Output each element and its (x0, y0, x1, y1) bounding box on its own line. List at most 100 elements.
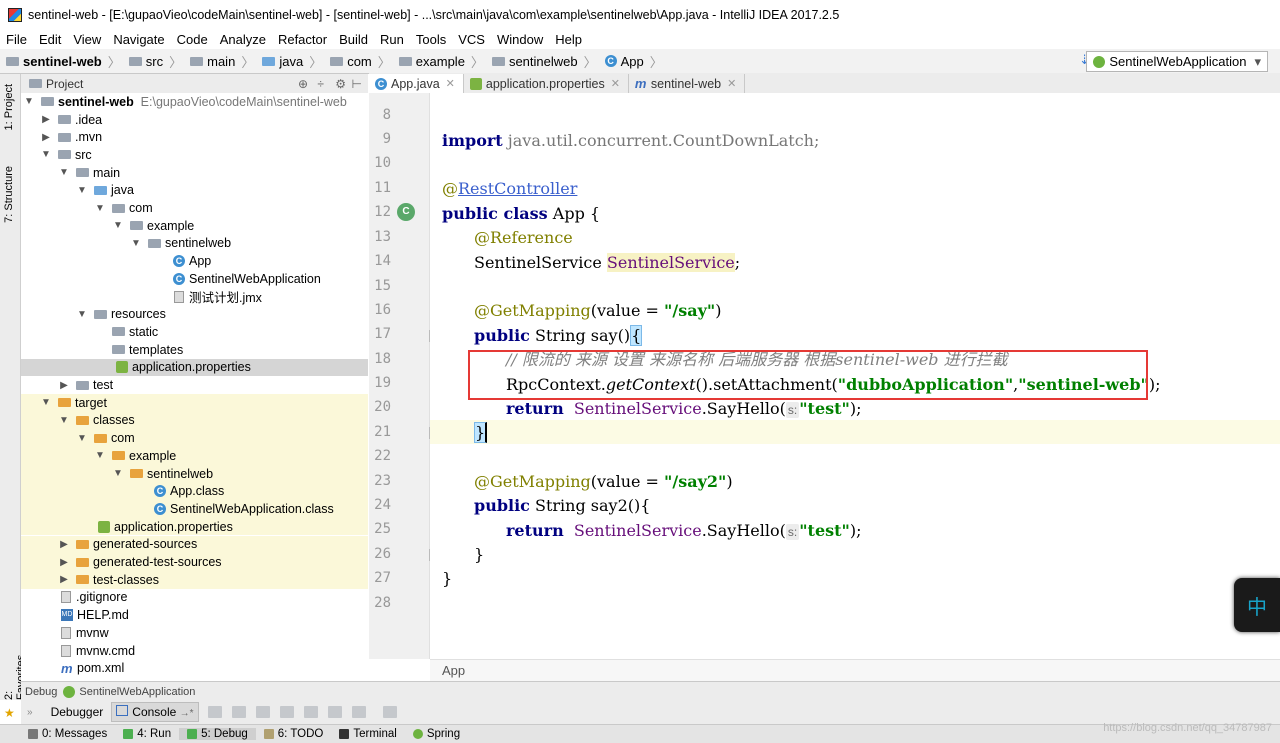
tree-item-generated-sources[interactable]: ▶ generated-sources (21, 535, 368, 554)
tree-item-sentinelwebapplication-class[interactable]: C SentinelWebApplication.class (21, 500, 368, 518)
debug-tool-button[interactable]: 5: Debug (179, 728, 256, 740)
console-tab[interactable]: Console →* (111, 702, 199, 722)
code-editor[interactable]: import java.util.concurrent.CountDownLat… (430, 93, 1280, 659)
tree-item-app[interactable]: C App (21, 252, 368, 270)
menu-analyze[interactable]: Analyze (214, 32, 272, 47)
tab-app-java[interactable]: C App.java ✕ (369, 74, 464, 93)
tree-item-target-com[interactable]: ▼ com (21, 429, 368, 447)
folder-icon (128, 56, 142, 66)
run-tool-button[interactable]: 4: Run (115, 728, 179, 740)
step-into-icon[interactable] (255, 706, 270, 718)
tab-sentinel-web[interactable]: m sentinel-web ✕ (629, 74, 746, 93)
close-icon[interactable]: ✕ (727, 77, 736, 90)
crumb-com[interactable]: com (324, 54, 372, 69)
tree-item-jmx[interactable]: 测试计划.jmx (21, 288, 368, 306)
crumb-src[interactable]: src (123, 54, 163, 69)
menu-tools[interactable]: Tools (410, 32, 452, 47)
tree-item-app-class[interactable]: C App.class (21, 482, 368, 501)
properties-icon (469, 77, 482, 90)
messages-tool-button[interactable]: 0: Messages (20, 728, 115, 740)
step-over-icon[interactable] (231, 706, 246, 718)
menu-navigate[interactable]: Navigate (107, 32, 170, 47)
tree-item-mvnw[interactable]: mvnw (21, 624, 368, 642)
tree-item-target-sentinelweb[interactable]: ▼ sentinelweb (21, 464, 368, 483)
tree-item-application-properties[interactable]: application.properties (21, 358, 368, 377)
code-line-26: } (474, 545, 485, 564)
tree-item-classes[interactable]: ▼ classes (21, 411, 368, 430)
crumb-main[interactable]: main (184, 54, 235, 69)
tree-item-target[interactable]: ▼ target (21, 393, 368, 412)
tree-item-main[interactable]: ▼ main (21, 164, 368, 182)
drop-frame-icon[interactable] (327, 706, 342, 718)
param-hint: s: (785, 524, 800, 540)
project-panel-header: Project ⊕ ÷ ⚙ ⊢ (21, 74, 368, 94)
tree-item-generated-test-sources[interactable]: ▶ generated-test-sources (21, 553, 368, 571)
more-icon[interactable]: » (27, 707, 33, 718)
run-config-select[interactable]: SentinelWebApplication ▾ (1086, 51, 1268, 72)
tree-item-templates[interactable]: templates (21, 341, 368, 359)
collapse-icon[interactable]: ÷ (317, 77, 324, 91)
spring-tool-button[interactable]: Spring (405, 728, 468, 740)
tree-item-target-application-properties[interactable]: application.properties (21, 517, 368, 536)
crumb-java[interactable]: java (256, 54, 303, 69)
ime-indicator[interactable]: 中 (1234, 578, 1280, 632)
code-line-17: public String say(){ (474, 325, 643, 346)
tree-item-com[interactable]: ▼ com (21, 199, 368, 217)
tree-item-pom-xml[interactable]: m pom.xml (21, 659, 368, 677)
tree-item-help-md[interactable]: MD HELP.md (21, 606, 368, 624)
menu-edit[interactable]: Edit (33, 32, 67, 47)
force-step-into-icon[interactable] (279, 706, 294, 718)
file-icon (174, 290, 184, 303)
menu-file[interactable]: File (0, 32, 33, 47)
show-execution-point-icon[interactable] (207, 706, 222, 718)
line-number-gutter: 8 9 10 11 12 13 14 15 16 17 18 19 20 21 … (369, 93, 439, 659)
tree-item-static[interactable]: static (21, 323, 368, 341)
run-to-cursor-icon[interactable] (351, 706, 366, 718)
package-icon (148, 238, 161, 248)
terminal-tool-button[interactable]: Terminal (331, 728, 404, 740)
tree-item-sentinel-web[interactable]: ▼ sentinel-web E:\gupaoVieo\codeMain\sen… (21, 93, 368, 111)
menu-build[interactable]: Build (333, 32, 374, 47)
tree-item-gitignore[interactable]: .gitignore (21, 589, 368, 607)
todo-tool-button[interactable]: 6: TODO (256, 728, 332, 740)
tree-item-test[interactable]: ▶ test (21, 376, 368, 394)
project-tool-button[interactable]: 1: Project (3, 84, 15, 130)
menu-refactor[interactable]: Refactor (272, 32, 333, 47)
tree-item-mvn[interactable]: ▶ .mvn (21, 128, 368, 146)
tree-item-target-example[interactable]: ▼ example (21, 447, 368, 465)
crumb-sentinelweb[interactable]: sentinelweb (486, 54, 578, 69)
tree-item-mvnw-cmd[interactable]: mvnw.cmd (21, 642, 368, 660)
menu-code[interactable]: Code (171, 32, 214, 47)
crumb-example[interactable]: example (393, 54, 465, 69)
close-icon[interactable]: ✕ (611, 77, 620, 90)
properties-icon (98, 520, 110, 533)
tree-item-src[interactable]: ▼ src (21, 146, 368, 164)
gear-icon[interactable]: ⚙ (335, 77, 346, 91)
close-icon[interactable]: ✕ (446, 77, 455, 90)
debugger-tab[interactable]: Debugger (47, 703, 108, 721)
crumb-app[interactable]: C App (599, 54, 644, 69)
spring-bean-icon[interactable]: C (397, 203, 415, 221)
tab-application-properties[interactable]: application.properties ✕ (464, 74, 629, 93)
menu-window[interactable]: Window (491, 32, 549, 47)
tree-item-idea[interactable]: ▶ .idea (21, 111, 368, 129)
tree-item-sentinelwebapplication[interactable]: C SentinelWebApplication (21, 270, 368, 288)
hide-icon[interactable]: ⊢ (352, 77, 362, 91)
menu-run[interactable]: Run (374, 32, 410, 47)
menu-vcs[interactable]: VCS (452, 32, 491, 47)
step-out-icon[interactable] (303, 706, 318, 718)
tree-item-sentinelweb[interactable]: ▼ sentinelweb (21, 235, 368, 253)
menu-help[interactable]: Help (549, 32, 588, 47)
tree-item-example[interactable]: ▼ example (21, 217, 368, 235)
menu-bar: File Edit View Navigate Code Analyze Ref… (0, 29, 1280, 49)
tree-item-java[interactable]: ▼ java (21, 182, 368, 200)
menu-view[interactable]: View (67, 32, 107, 47)
structure-tool-button[interactable]: 7: Structure (3, 166, 15, 223)
crumb-project[interactable]: sentinel-web (0, 54, 102, 69)
chevron-down-icon: ▾ (1254, 53, 1261, 69)
evaluate-icon[interactable] (382, 706, 397, 718)
debug-config-tab[interactable]: SentinelWebApplication (79, 686, 195, 698)
globe-icon[interactable]: ⊕ (298, 77, 308, 91)
tree-item-test-classes[interactable]: ▶ test-classes (21, 570, 368, 589)
tree-item-resources[interactable]: ▼ resources (21, 305, 368, 323)
